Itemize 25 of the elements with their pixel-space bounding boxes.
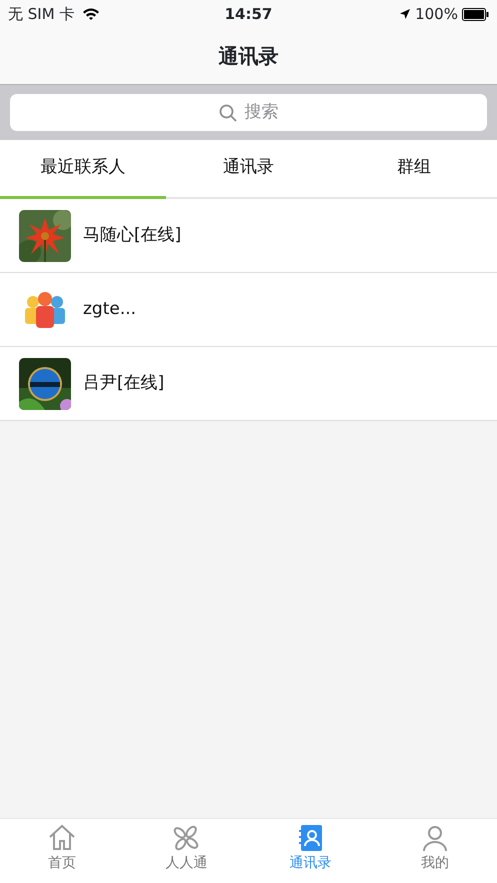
tab-bar-label: 人人通 <box>165 854 208 873</box>
tab[interactable]: 通讯录 <box>166 140 332 199</box>
location-icon <box>399 8 412 20</box>
home-icon <box>47 823 78 853</box>
contact-row[interactable]: zgte... <box>0 273 497 347</box>
tab-bar-label: 我的 <box>420 854 449 873</box>
tab-bar-item[interactable]: 我的 <box>372 819 497 883</box>
contact-name: 吕尹[在线] <box>83 372 164 395</box>
page-title: 通讯录 <box>218 43 278 70</box>
tab-bar-label: 通讯录 <box>290 854 332 873</box>
contact-name: 马随心[在线] <box>83 224 182 247</box>
contact-row[interactable]: 吕尹[在线] <box>0 347 497 421</box>
search-icon <box>218 104 236 122</box>
contact-name: zgte... <box>83 298 136 321</box>
carrier-text: 无 SIM 卡 <box>8 4 74 25</box>
tab-bar-item[interactable]: 首页 <box>0 819 124 883</box>
battery-icon <box>462 8 489 20</box>
contact-row[interactable]: 马随心[在线] <box>0 199 497 273</box>
tab[interactable]: 群组 <box>331 140 497 199</box>
wifi-icon <box>82 7 100 21</box>
time-text: 14:57 <box>224 4 272 23</box>
tab-bar-item[interactable]: 人人通 <box>124 819 248 883</box>
battery-text: 100% <box>415 4 458 25</box>
search-placeholder: 搜索 <box>244 100 278 124</box>
tab-bar-label: 首页 <box>48 854 76 873</box>
